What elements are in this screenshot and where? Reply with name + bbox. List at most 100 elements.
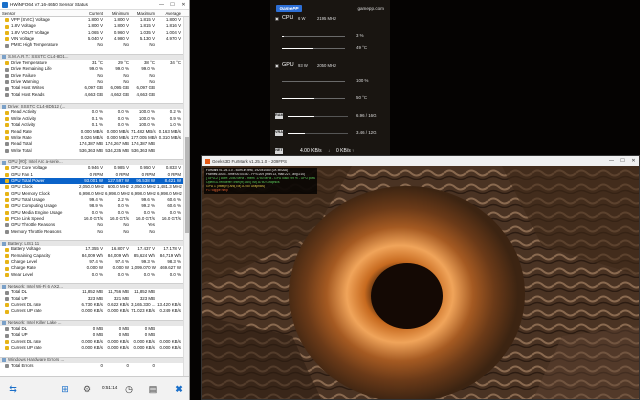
sensor-row[interactable]: PMIC High Temperature No No No	[0, 42, 184, 48]
minimize-icon[interactable]: —	[156, 0, 167, 10]
cpu-usage: 3 %	[356, 33, 364, 38]
maximum-value: 4,663 GB	[136, 91, 155, 97]
furmark-minimize-icon[interactable]: —	[606, 156, 617, 166]
col-average[interactable]: Average	[157, 10, 183, 16]
sensor-value-icon	[5, 217, 9, 222]
sensor-row[interactable]: Total Host Reads 4,663 GB 4,662 GB 4,663 GB	[0, 92, 184, 98]
sensor-status-icon	[5, 223, 9, 228]
sensor-value-icon	[5, 198, 9, 203]
gpu-icon: ▣	[275, 63, 279, 68]
sensor-status-icon	[5, 364, 9, 369]
close-x-icon[interactable]: ✖	[172, 382, 186, 396]
sensor-value-icon	[5, 339, 9, 344]
cpu-icon: ▣	[275, 16, 279, 21]
cpu-temp-bar	[282, 48, 345, 50]
sensor-value-icon	[5, 191, 9, 196]
vram-bar	[288, 133, 348, 134]
maximum-value: 536,363 MB	[131, 147, 155, 153]
sensor-row[interactable]: Total Errors 0 0 0	[0, 363, 184, 369]
sensor-value-icon	[5, 30, 9, 35]
export-icon[interactable]: ▤	[146, 382, 160, 396]
sensor-group-icon	[2, 321, 6, 326]
col-sensor[interactable]: Sensor	[0, 10, 79, 16]
sensor-value-icon	[5, 309, 9, 314]
current-value: 0	[100, 362, 103, 368]
maximum-value: 0.000 KB/s	[133, 345, 155, 351]
sensor-status-icon	[5, 229, 9, 234]
minimum-value: 0.000 KB/s	[107, 308, 129, 314]
sensor-value-icon	[5, 247, 9, 252]
sensor-row[interactable]: Write Total 536,363 MB 534,235 MB 536,363 M…	[0, 148, 184, 154]
maximum-value: 71.023 KB/s	[131, 308, 155, 314]
gpu-temp: 50 °C	[356, 95, 368, 100]
net-up-rate: 0 KB/s	[336, 148, 351, 154]
furmark-title: Geeks3D FurMark v1.25.1.0 - 209FPS	[212, 158, 287, 164]
sensor-status-icon	[5, 86, 9, 91]
col-current[interactable]: Current	[79, 10, 105, 16]
minimum-value: 0	[126, 362, 129, 368]
hwinfo-titlebar[interactable]: HWiNFO64 v7.16-4650 Sensor Status — ☐ ✕	[0, 0, 189, 10]
sensor-label: Memory Throttle Reasons	[11, 228, 62, 234]
sensor-value-icon	[5, 116, 9, 121]
sensor-value-icon	[5, 172, 9, 177]
sensor-row[interactable]: Wear Level 0.0 % 0.0 % 0.0 % 0.0 %	[0, 272, 184, 278]
sensor-value-icon	[5, 210, 9, 215]
net-down-rate: 4.00 KB/s	[300, 148, 322, 154]
sensor-value-icon	[5, 204, 9, 209]
sensor-value-icon	[5, 123, 9, 128]
col-minimum[interactable]: Minimum	[105, 10, 131, 16]
sensor-label: Write Total	[11, 147, 32, 153]
sensor-value-icon	[5, 18, 9, 23]
sensor-name: Memory Throttle Reasons	[0, 229, 79, 235]
current-value: No	[97, 42, 103, 48]
furmark-fur-donut-render	[202, 166, 639, 399]
average-value: 0.000 KB/s	[159, 345, 181, 351]
ram-bar	[288, 116, 348, 117]
cpu-label: CPU	[282, 15, 294, 21]
close-icon[interactable]: ✕	[178, 0, 189, 10]
furmark-close-icon[interactable]: ✕	[628, 156, 639, 166]
gamepp-overlay: GamePP gamepp.com ▣ CPU 6 W 2195 MHz 3 %…	[270, 0, 390, 161]
minimum-value: No	[123, 42, 129, 48]
sensor-name: PMIC High Temperature	[0, 42, 79, 48]
sensor-value-icon	[5, 110, 9, 115]
average-value: 0.310 MB/s	[158, 134, 181, 140]
gpu-label: GPU	[282, 62, 294, 68]
sensor-value-icon	[5, 24, 9, 29]
sensor-row[interactable]: Current UP rate 0.000 KB/s 0.000 KB/s 0.000…	[0, 345, 184, 351]
furmark-maximize-icon[interactable]: ☐	[617, 156, 628, 166]
net-down-icon: ↓	[328, 148, 331, 153]
net-up-icon: ↑	[352, 148, 355, 153]
sensor-label: Total Host Reads	[11, 91, 45, 97]
scrollbar-thumb[interactable]	[185, 137, 189, 233]
network-icon[interactable]: ⊞	[58, 382, 72, 396]
cpu-temp: 49 °C	[356, 45, 368, 50]
vertical-scrollbar[interactable]	[183, 17, 189, 376]
sensor-value-icon	[5, 37, 9, 42]
sensor-row[interactable]: Memory Throttle Reasons No No No	[0, 229, 184, 235]
col-maximum[interactable]: Maximum	[131, 10, 157, 16]
sensor-row[interactable]: Current UP rate 0.000 KB/s 0.000 KB/s 71.02…	[0, 308, 184, 314]
settings-icon[interactable]: ⚙	[80, 382, 94, 396]
maximize-icon[interactable]: ☐	[167, 0, 178, 10]
furmark-window: Geeks3D FurMark v1.25.1.0 - 209FPS — ☐ ✕	[201, 155, 640, 400]
column-header: Sensor Current Minimum Maximum Average	[0, 10, 189, 17]
clock-icon[interactable]: ◷	[122, 382, 136, 396]
furmark-app-icon	[205, 158, 210, 164]
sensor-list[interactable]: VPP (SVIC) Voltage 1.800 V 1.800 V 1.815 V1…	[0, 17, 184, 376]
vram-chip: VRAM	[275, 130, 287, 136]
gpu-power: 93 W	[298, 63, 308, 68]
elapsed-timer: 0:51:14	[102, 385, 118, 390]
furmark-titlebar[interactable]: Geeks3D FurMark v1.25.1.0 - 209FPS — ☐ ✕	[202, 156, 639, 166]
gpu-usage: 100 %	[356, 78, 369, 83]
arrows-lr-icon[interactable]: ⇆	[6, 382, 20, 396]
sensor-name: Total Host Reads	[0, 92, 79, 98]
desktop: HWiNFO64 v7.16-4650 Sensor Status — ☐ ✕ …	[0, 0, 640, 400]
net-chip: NET	[275, 148, 283, 154]
sensor-value-icon	[5, 129, 9, 134]
hwinfo-title: HWiNFO64 v7.16-4650 Sensor Status	[10, 2, 88, 7]
gamepp-site: gamepp.com	[357, 6, 384, 11]
